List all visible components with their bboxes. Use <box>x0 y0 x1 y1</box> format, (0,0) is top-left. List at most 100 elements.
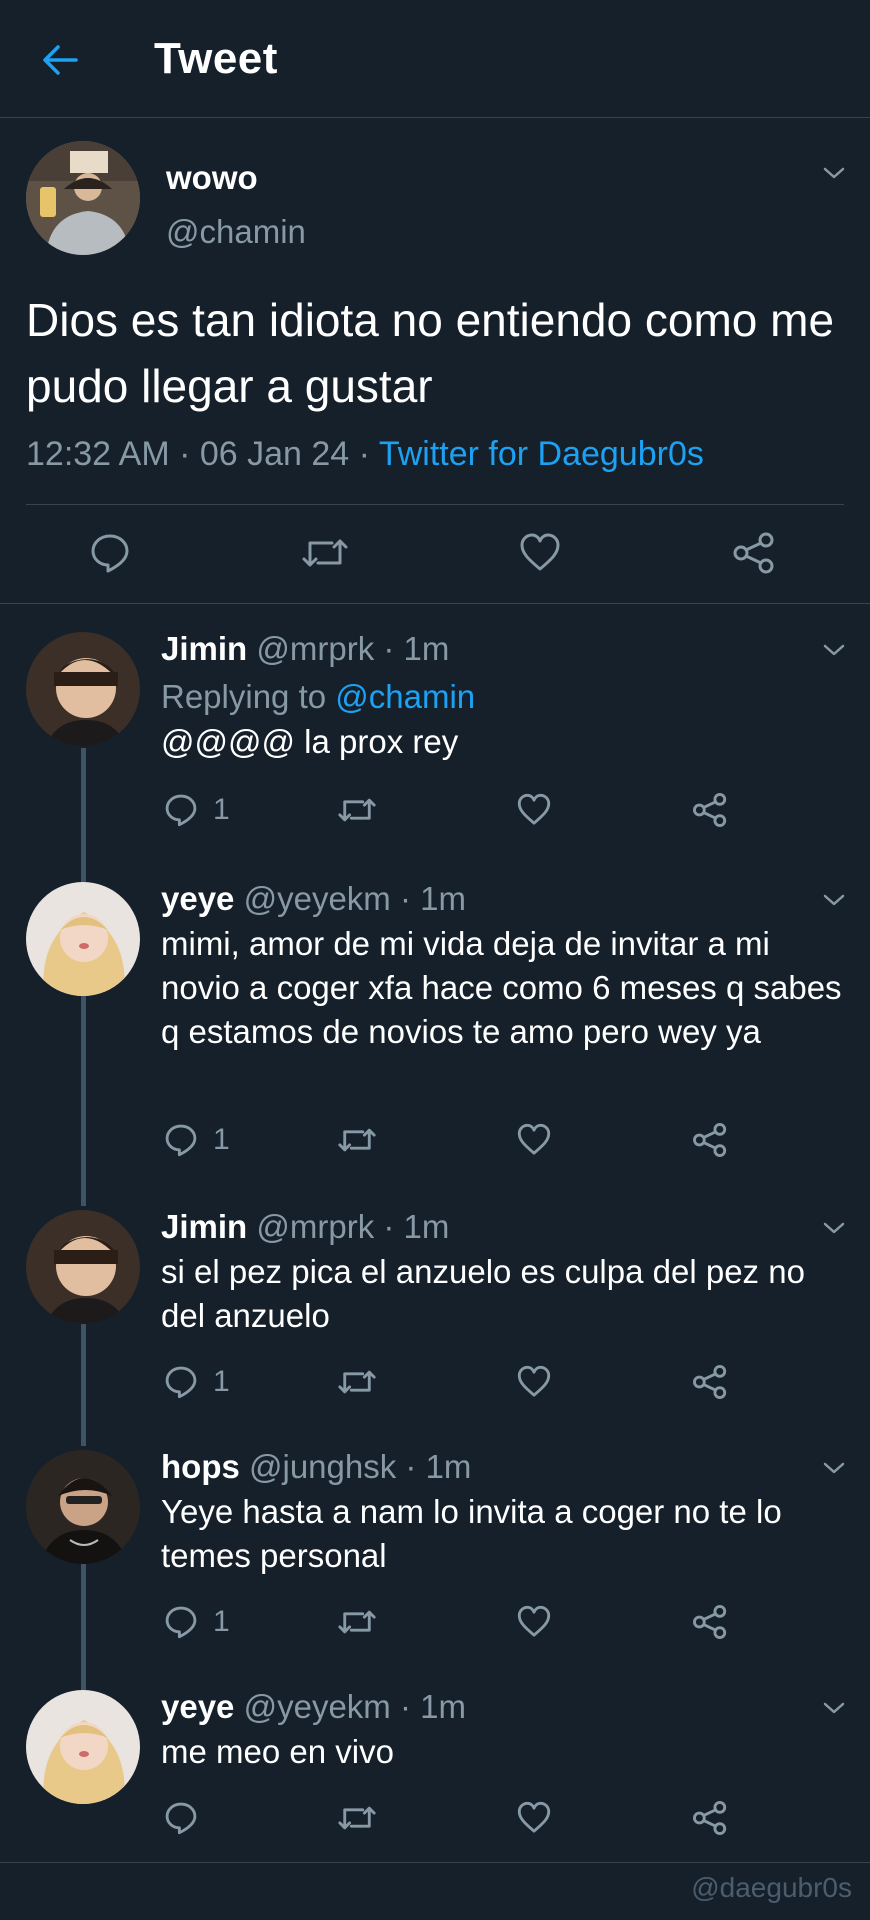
author-handle[interactable]: @yeyekm <box>244 880 391 917</box>
divider <box>26 504 844 505</box>
top-bar: Tweet <box>0 0 870 118</box>
reply-text: si el pez pica el anzuelo es culpa del p… <box>161 1253 805 1334</box>
reply-button[interactable]: 1 <box>163 792 230 828</box>
share-button[interactable] <box>692 1604 728 1640</box>
share-button[interactable] <box>692 1122 728 1158</box>
tweet-meta: 12:32 AM · 06 Jan 24 · Twitter for Daegu… <box>26 435 704 474</box>
author-name[interactable]: yeye <box>161 1688 234 1725</box>
like-button[interactable] <box>516 1800 552 1836</box>
avatar[interactable] <box>26 141 140 255</box>
author-handle[interactable]: @mrprk <box>256 1208 374 1245</box>
tweet-actions <box>0 519 870 601</box>
avatar[interactable] <box>26 1210 140 1324</box>
avatar[interactable] <box>26 1690 140 1804</box>
replying-to-link[interactable]: @chamin <box>335 678 475 715</box>
author-handle[interactable]: @mrprk <box>256 630 374 667</box>
reply-header: hops @junghsk · 1m <box>161 1448 471 1486</box>
reply-time: · 1m <box>399 880 466 917</box>
replying-prefix: Replying to <box>161 678 336 715</box>
share-icon <box>733 532 774 574</box>
divider <box>0 1862 870 1863</box>
retweet-icon <box>338 1806 376 1830</box>
author-name[interactable]: Jimin <box>161 1208 247 1245</box>
retweet-button[interactable] <box>336 792 378 828</box>
author-name[interactable]: Jimin <box>161 630 247 667</box>
reply-actions <box>0 1800 870 1840</box>
like-icon <box>517 1801 551 1833</box>
avatar[interactable] <box>26 1450 140 1564</box>
author-handle[interactable]: @yeyekm <box>244 1688 391 1725</box>
reply-text: @@@@ la prox rey <box>161 723 459 760</box>
reply-actions: 1 <box>0 792 870 832</box>
retweet-button[interactable] <box>336 1604 378 1640</box>
author-name[interactable]: yeye <box>161 880 234 917</box>
more-options-button[interactable] <box>818 1212 850 1244</box>
retweet-button[interactable] <box>336 1364 378 1400</box>
share-icon <box>693 1123 727 1157</box>
share-button[interactable] <box>692 1364 728 1400</box>
tweet-source-link[interactable]: Twitter for Daegubr0s <box>379 435 704 473</box>
reply-count: 1 <box>213 1605 230 1638</box>
avatar[interactable] <box>26 632 140 746</box>
author-name[interactable]: wowo <box>166 159 258 197</box>
like-button[interactable] <box>516 1604 552 1640</box>
reply-time: · 1m <box>399 1688 466 1725</box>
retweet-button[interactable] <box>336 1800 378 1836</box>
chevron-down-icon <box>823 1462 845 1474</box>
reply-icon <box>165 1124 197 1157</box>
reply-button[interactable]: 1 <box>163 1604 230 1640</box>
reply-time: · 1m <box>383 1208 450 1245</box>
reply-actions: 1 <box>0 1364 870 1404</box>
reply-header: yeye @yeyekm · 1m <box>161 1688 466 1726</box>
share-button[interactable] <box>692 1800 728 1836</box>
reply-icon <box>165 1366 197 1399</box>
author-name[interactable]: hops <box>161 1448 240 1485</box>
reply-icon <box>165 1606 197 1639</box>
tweet-text: Dios es tan idiota no entiendo como me p… <box>26 294 835 412</box>
like-button[interactable] <box>516 1122 552 1158</box>
retweet-icon <box>338 1128 376 1152</box>
retweet-icon <box>338 1370 376 1394</box>
like-button[interactable] <box>516 792 552 828</box>
reply-text: mimi, amor de mi vida deja de invitar a … <box>161 925 842 1050</box>
like-icon <box>517 1123 551 1155</box>
like-icon <box>517 793 551 825</box>
like-icon <box>520 533 560 571</box>
share-icon <box>693 1365 727 1399</box>
reply-actions: 1 <box>0 1122 870 1162</box>
more-options-button[interactable] <box>818 884 850 916</box>
reply-text: Yeye hasta a nam lo invita a coger no te… <box>161 1493 782 1574</box>
reply-time: · 1m <box>383 630 450 667</box>
reply-time: · 1m <box>405 1448 472 1485</box>
reply-header: Jimin @mrprk · 1m <box>161 1208 449 1246</box>
retweet-button[interactable] <box>300 531 350 575</box>
more-options-button[interactable] <box>818 157 850 189</box>
more-options-button[interactable] <box>818 634 850 666</box>
reply-header: Jimin @mrprk · 1m <box>161 630 449 668</box>
tweet-page: Tweet wowo @chamin Dios es tan idiota no… <box>0 0 870 1920</box>
like-button[interactable] <box>516 1364 552 1400</box>
author-handle[interactable]: @junghsk <box>249 1448 396 1485</box>
chevron-down-icon <box>823 167 845 179</box>
avatar[interactable] <box>26 882 140 996</box>
reply-count: 1 <box>213 793 230 826</box>
retweet-button[interactable] <box>336 1122 378 1158</box>
reply-button[interactable]: 1 <box>163 1122 230 1158</box>
like-icon <box>517 1605 551 1637</box>
page-title: Tweet <box>154 34 278 83</box>
reply-icon <box>91 534 129 573</box>
more-options-button[interactable] <box>818 1452 850 1484</box>
author-handle[interactable]: @chamin <box>166 213 306 251</box>
like-button[interactable] <box>518 531 562 575</box>
chevron-down-icon <box>823 644 845 656</box>
back-button[interactable] <box>40 40 80 80</box>
thread-line <box>81 996 86 1206</box>
more-options-button[interactable] <box>818 1692 850 1724</box>
reply-button[interactable] <box>88 531 132 575</box>
share-button[interactable] <box>732 531 776 575</box>
share-button[interactable] <box>692 792 728 828</box>
like-icon <box>517 1365 551 1397</box>
reply-header: yeye @yeyekm · 1m <box>161 880 466 918</box>
reply-button[interactable] <box>163 1800 213 1836</box>
reply-button[interactable]: 1 <box>163 1364 230 1400</box>
